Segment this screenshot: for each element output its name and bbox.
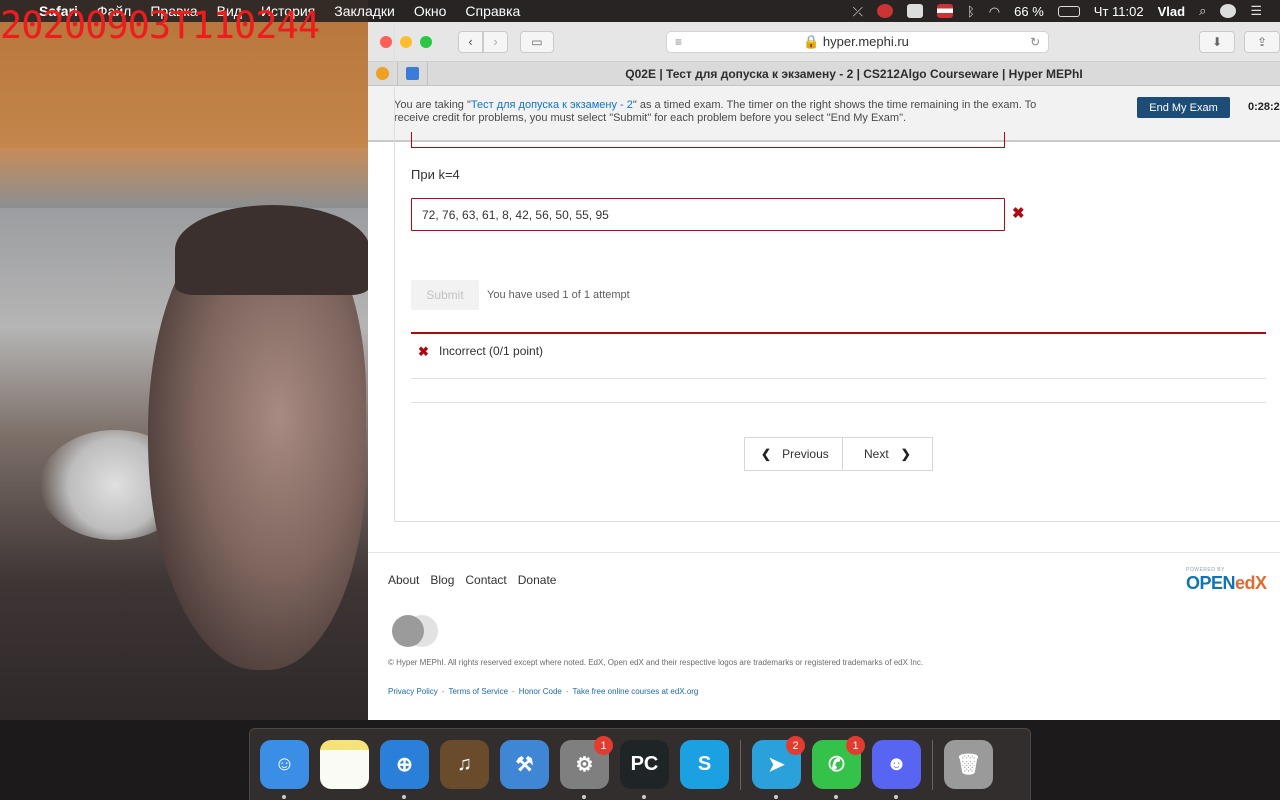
safari-window: ‹ › ▭ ≡ 🔒 hyper.mephi.ru ↻ ⬇ ⇪ Q02E | Те… [368, 22, 1280, 720]
dock-system-preferences-icon[interactable]: ⚙ 1 [560, 736, 613, 799]
discord-glyph: ☻ [885, 753, 908, 775]
legal-links: Privacy Policy - Terms of Service - Honor … [388, 687, 698, 696]
dock-separator [932, 739, 933, 790]
menu-window[interactable]: Окно [414, 3, 447, 19]
menu-bookmarks[interactable]: Закладки [334, 3, 395, 19]
running-indicator [774, 795, 778, 799]
bluetooth-icon[interactable]: ᛒ [967, 4, 975, 19]
skype-glyph: S [697, 753, 712, 775]
dock-badge: 2 [786, 736, 805, 755]
dock-facetime-icon[interactable]: ✆ 1 [812, 736, 865, 799]
previous-label: Previous [782, 447, 829, 461]
unit-pager: ❮ Previous Next ❯ [744, 437, 933, 471]
attempts-text: You have used 1 of 1 attempt [487, 289, 630, 301]
dock-telegram-icon[interactable]: ➤ 2 [752, 736, 805, 799]
webcam-hair [175, 205, 368, 295]
clock[interactable]: Чт 11:02 [1094, 4, 1144, 19]
next-label: Next [864, 447, 889, 461]
garageband-glyph: ♫ [457, 753, 472, 775]
chevron-left-icon: ❮ [761, 447, 772, 461]
webcam-wall [0, 148, 368, 208]
next-button[interactable]: Next ❯ [843, 437, 933, 471]
openedx-logo[interactable]: POWERED BY OPENedX [1186, 567, 1280, 594]
footer-link-donate[interactable]: Donate [518, 573, 557, 587]
submit-button: Submit [411, 280, 479, 310]
footer-link-blog[interactable]: Blog [430, 573, 454, 587]
pycharm-glyph: PC [630, 753, 659, 775]
running-indicator [282, 795, 286, 799]
system-preferences-glyph: ⚙ [575, 754, 594, 776]
xcode-glyph: ⚒ [515, 754, 534, 776]
close-window-button[interactable] [380, 35, 392, 48]
copyright-text: © Hyper MEPhI. All rights reserved excep… [388, 658, 924, 667]
battery-percent[interactable]: 66 % [1014, 4, 1044, 19]
dock-notes-icon[interactable] [320, 740, 369, 789]
feedback-text: Incorrect (0/1 point) [439, 344, 544, 358]
incorrect-x-icon: ✖ [1012, 205, 1025, 222]
notification-app-icon[interactable] [876, 4, 893, 18]
dock-trash-icon[interactable]: 🗑 [944, 740, 993, 789]
k-label: При k=4 [411, 167, 460, 182]
openedx-brand-edx: edX [1235, 573, 1267, 593]
running-indicator [582, 795, 586, 799]
dock-badge: 1 [594, 736, 613, 755]
webcam-feed [0, 0, 368, 728]
running-indicator [642, 795, 646, 799]
user-avatar-icon[interactable] [1220, 4, 1237, 18]
input-language-flag-icon[interactable] [936, 4, 953, 18]
dock-xcode-icon[interactable]: ⚒ [500, 740, 549, 789]
webcam-timestamp: 20200903T110244 [0, 4, 320, 47]
user-name[interactable]: Vlad [1158, 4, 1185, 19]
menu-help[interactable]: Справка [465, 3, 520, 19]
edx-courses-link[interactable]: Take free online courses at edX.org [573, 687, 699, 696]
terms-of-service-link[interactable]: Terms of Service [448, 687, 508, 696]
footer-link-about[interactable]: About [388, 573, 419, 587]
spotlight-search-icon[interactable]: ⌕ [1199, 3, 1206, 19]
openedx-brand-open: OPEN [1186, 573, 1236, 593]
notification-center-icon[interactable]: ☰ [1250, 3, 1262, 19]
telegram-glyph: ➤ [768, 754, 785, 776]
dock-skype-icon[interactable]: S [680, 740, 729, 789]
legal-separator: - [512, 687, 515, 696]
logo-circle-dark [392, 615, 424, 647]
running-indicator [834, 795, 838, 799]
dock-separator [740, 739, 741, 790]
finder-glyph: ☺ [274, 753, 295, 775]
footer-link-contact[interactable]: Contact [465, 573, 506, 587]
running-indicator [402, 795, 406, 799]
previous-button[interactable]: ❮ Previous [744, 437, 843, 471]
messages-status-icon[interactable] [906, 4, 923, 18]
dock-garageband-icon[interactable]: ♫ [440, 740, 489, 789]
site-logo [392, 615, 440, 647]
section-divider [411, 402, 1266, 403]
footer-nav: About Blog Contact Donate [388, 573, 556, 587]
dock-discord-icon[interactable]: ☻ [872, 740, 921, 799]
running-indicator [894, 795, 898, 799]
legal-separator: - [441, 687, 445, 696]
feedback-box: ✖ Incorrect (0/1 point) [411, 332, 1266, 379]
safari-glyph: ⊕ [396, 754, 413, 776]
problem-area: При k=4 72, 76, 63, 61, 8, 42, 56, 50, 5… [368, 22, 1280, 552]
battery-icon[interactable] [1057, 5, 1080, 17]
trash-glyph: 🗑 [955, 754, 982, 776]
feedback-x-icon: ✖ [418, 344, 429, 359]
dock-pycharm-icon[interactable]: PC [620, 740, 669, 799]
chevron-right-icon: ❯ [900, 447, 911, 461]
site-footer: About Blog Contact Donate POWERED BY OPE… [368, 552, 1280, 720]
wifi-icon[interactable]: ◠ [989, 4, 1000, 19]
dock-finder-icon[interactable]: ☺ [260, 740, 309, 799]
dock-badge: 1 [846, 736, 865, 755]
facetime-glyph: ✆ [828, 754, 845, 776]
bluetooth-off-icon[interactable]: ⤫ [853, 4, 863, 19]
dock-safari-icon[interactable]: ⊕ [380, 740, 429, 799]
answer-input[interactable]: 72, 76, 63, 61, 8, 42, 56, 50, 55, 95 [411, 198, 1005, 231]
privacy-policy-link[interactable]: Privacy Policy [388, 687, 438, 696]
previous-answer-field[interactable] [411, 132, 1005, 148]
legal-separator: - [565, 687, 569, 696]
pinned-tab-favicon-icon [376, 67, 389, 80]
dock: ☺ ⊕ ♫ ⚒ ⚙ 1 PC S ➤ 2 ✆ 1 ☻ 🗑 [249, 728, 1031, 800]
honor-code-link[interactable]: Honor Code [519, 687, 562, 696]
